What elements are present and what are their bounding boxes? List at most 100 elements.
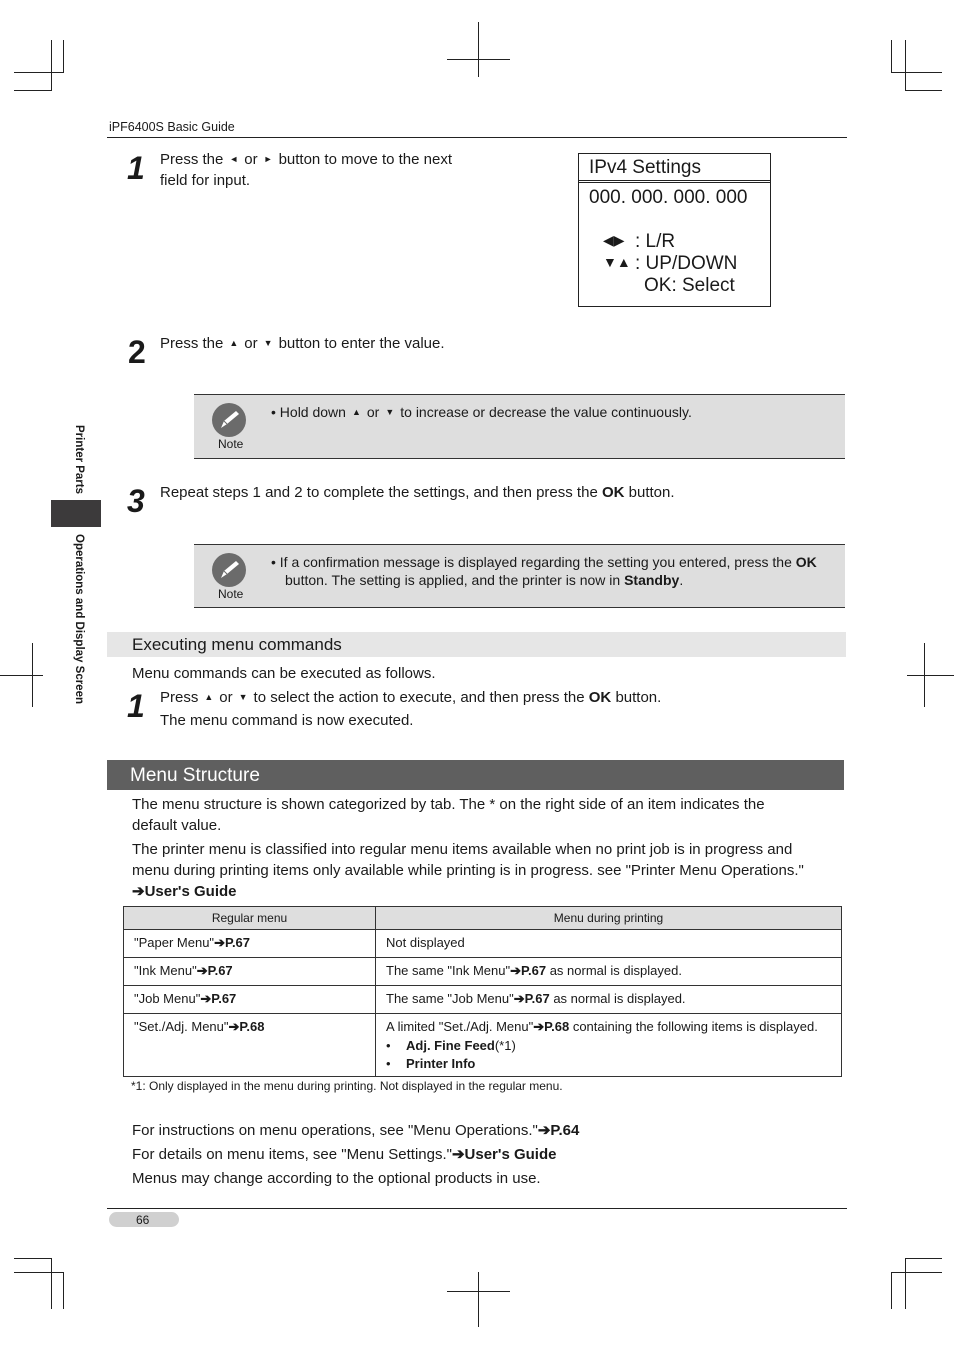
users-guide-link[interactable]: ➔User's Guide — [452, 1146, 557, 1163]
text: to increase or decrease the value contin… — [400, 404, 692, 420]
page-link[interactable]: ➔P.67 — [514, 991, 550, 1006]
lcd-lr-label: : L/R — [635, 231, 676, 252]
header-divider — [107, 137, 847, 138]
table-row: "Ink Menu"➔P.67 The same "Ink Menu"➔P.67… — [123, 957, 842, 986]
step-1-text: Press the ◄ or ► button to move to the next … — [160, 149, 452, 191]
text: • If a confirmation message is displayed… — [271, 554, 792, 570]
list-item: • Adj. Fine Feed(*1) — [386, 1035, 831, 1053]
section-heading-menu-structure: Menu Structure — [107, 760, 844, 790]
table-row: "Paper Menu"➔P.67 Not displayed — [123, 929, 842, 958]
lcd-title: IPv4 Settings — [579, 154, 770, 183]
executing-intro: Menu commands can be executed as follows… — [132, 665, 436, 682]
note-label: Note — [218, 587, 244, 601]
footer-divider — [107, 1208, 847, 1209]
up-arrow-icon: ▲ — [229, 338, 239, 348]
note-label: Note — [218, 437, 244, 451]
text: For details on menu items, see "Menu Set… — [132, 1146, 452, 1163]
step-number: 3 — [127, 483, 145, 519]
text: button to move to the next — [278, 151, 453, 168]
step-3-text: Repeat steps 1 and 2 to complete the set… — [160, 482, 675, 503]
text: or — [244, 335, 258, 352]
text: default value. — [132, 817, 222, 834]
table-cell: "Set./Adj. Menu"➔P.68 — [123, 1013, 376, 1077]
page-link[interactable]: ➔P.68 — [229, 1019, 265, 1034]
table-cell: "Paper Menu"➔P.67 — [123, 929, 376, 958]
menu-structure-description: The printer menu is classified into regu… — [132, 839, 804, 902]
bullet-icon: • — [386, 1056, 391, 1071]
text: button. — [615, 689, 662, 706]
text: The same "Ink Menu" — [386, 963, 511, 978]
text: button. The setting is applied, and the … — [285, 572, 621, 588]
text: Press the — [160, 335, 224, 352]
down-arrow-icon: ▼ — [238, 692, 248, 702]
column-header: Menu during printing — [375, 906, 842, 930]
table-header-row: Regular menu Menu during printing — [123, 906, 842, 930]
text: Press the — [160, 151, 224, 168]
references: For instructions on menu operations, see… — [132, 1119, 579, 1191]
note-box: Note • If a confirmation message is disp… — [194, 544, 845, 608]
up-arrow-icon: ▲ — [204, 692, 214, 702]
text: The menu command is now executed. — [160, 712, 414, 729]
ok-button-label: OK — [588, 689, 612, 706]
left-right-arrows-icon: ◀▶ — [603, 232, 625, 248]
left-arrow-icon: ◄ — [229, 154, 239, 164]
step-number: 1 — [127, 688, 145, 724]
text: (*1) — [494, 1038, 516, 1053]
users-guide-link[interactable]: ➔User's Guide — [132, 883, 237, 900]
text: For instructions on menu operations, see… — [132, 1122, 538, 1139]
text: The menu structure is shown categorized … — [132, 796, 765, 813]
page-number: 66 — [109, 1212, 179, 1227]
text: as normal is displayed. — [549, 991, 686, 1006]
text: Standby — [624, 572, 680, 588]
text: button. — [628, 484, 675, 501]
page-link[interactable]: ➔P.67 — [214, 935, 250, 950]
table-cell: "Job Menu"➔P.67 — [123, 985, 376, 1014]
document-title: iPF6400S Basic Guide — [109, 120, 235, 134]
pencil-note-icon — [212, 553, 246, 587]
table-cell: "Ink Menu"➔P.67 — [123, 957, 376, 986]
lcd-display-illustration: IPv4 Settings 000. 000. 000. 000 ◀▶ : L/… — [578, 153, 771, 307]
text: "Paper Menu" — [134, 935, 215, 950]
up-down-arrows-icon: ▼▲ — [603, 254, 631, 270]
section-heading-executing: Executing menu commands — [107, 632, 846, 657]
text: field for input. — [160, 172, 251, 189]
menu-structure-table: Regular menu Menu during printing "Paper… — [123, 906, 842, 1077]
table-cell: Not displayed — [375, 929, 842, 958]
text: containing the following items is displa… — [569, 1019, 818, 1034]
pencil-note-icon — [212, 403, 246, 437]
note-text: • Hold down ▲ or ▼ to increase or decrease t… — [271, 403, 692, 421]
column-header: Regular menu — [123, 906, 376, 930]
menu-structure-intro: The menu structure is shown categorized … — [132, 794, 765, 836]
step-number: 1 — [127, 150, 145, 186]
table-cell: The same "Job Menu"➔P.67 as normal is di… — [375, 985, 842, 1014]
bullet-icon: • — [386, 1038, 391, 1053]
step-number: 2 — [128, 334, 146, 370]
right-arrow-icon: ► — [263, 154, 273, 164]
table-cell: The same "Ink Menu"➔P.67 as normal is di… — [375, 957, 842, 986]
page-link[interactable]: ➔P.67 — [197, 963, 233, 978]
sidebar-current-marker — [51, 500, 101, 527]
text: "Job Menu" — [134, 991, 201, 1006]
down-arrow-icon: ▼ — [263, 338, 273, 348]
text: Printer Info — [406, 1056, 476, 1071]
text: or — [366, 404, 380, 420]
text: to select the action to execute, and the… — [253, 689, 585, 706]
sidebar-section-printer-parts[interactable]: Printer Parts — [73, 425, 85, 494]
page-link[interactable]: ➔P.68 — [533, 1019, 569, 1034]
sidebar-section-operations[interactable]: Operations and Display Screen — [73, 534, 85, 704]
page-link[interactable]: ➔P.67 — [200, 991, 236, 1006]
text: A limited "Set./Adj. Menu" — [386, 1019, 534, 1034]
table-row: "Set./Adj. Menu"➔P.68 A limited "Set./Ad… — [123, 1013, 842, 1077]
lcd-ud-label: : UP/DOWN — [635, 253, 738, 274]
text: or — [244, 151, 258, 168]
text: Adj. Fine Feed — [406, 1038, 495, 1053]
text: . — [679, 572, 684, 588]
page-link[interactable]: ➔P.67 — [510, 963, 546, 978]
page-link[interactable]: ➔P.64 — [538, 1122, 580, 1139]
text: The same "Job Menu" — [386, 991, 514, 1006]
text: Menus may change according to the option… — [132, 1170, 541, 1187]
lcd-ok-label: OK: Select — [644, 275, 735, 296]
executing-step-text: Press ▲ or ▼ to select the action to execute… — [160, 687, 661, 734]
text: The printer menu is classified into regu… — [132, 841, 793, 858]
note-box: Note • Hold down ▲ or ▼ to increase or decre… — [194, 394, 845, 459]
